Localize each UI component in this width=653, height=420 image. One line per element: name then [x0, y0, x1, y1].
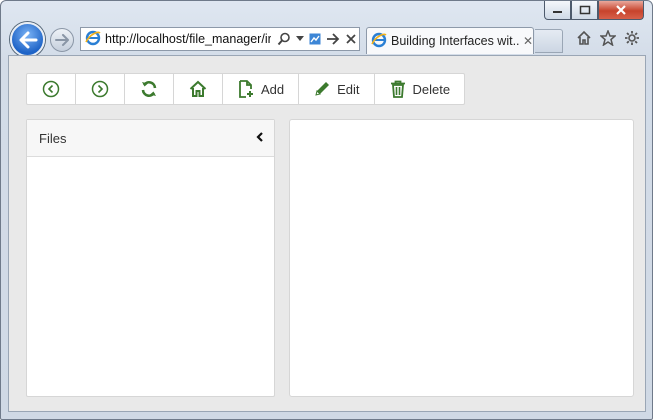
favorites-star-icon[interactable] [600, 30, 616, 46]
dropdown-arrow-icon[interactable] [296, 36, 304, 42]
refresh-icon [141, 81, 157, 97]
page-content: Add Edit Delete Files [8, 55, 646, 412]
close-window-button[interactable] [598, 1, 644, 20]
back-button[interactable] [10, 22, 45, 57]
tab-title: Building Interfaces wit... [391, 34, 519, 48]
delete-label: Delete [412, 81, 451, 97]
trash-icon [390, 80, 405, 98]
address-bar[interactable]: http://localhost/file_manager/ir [80, 27, 360, 51]
browser-right-tools [576, 30, 640, 46]
maximize-icon [579, 5, 590, 15]
maximize-button[interactable] [571, 1, 598, 20]
minimize-button[interactable] [544, 1, 571, 20]
stop-icon[interactable] [345, 33, 357, 45]
minimize-icon [552, 11, 562, 13]
forward-button[interactable] [50, 28, 74, 52]
browser-window: http://localhost/file_manager/ir Buildin… [0, 0, 653, 420]
go-arrow-icon[interactable] [326, 33, 340, 45]
collapse-chevron-icon[interactable] [256, 131, 264, 146]
browser-tab[interactable]: Building Interfaces wit... ✕ [366, 27, 534, 54]
search-icon[interactable] [277, 32, 291, 46]
add-button[interactable]: Add [223, 74, 300, 104]
compatibility-view-icon[interactable] [309, 33, 321, 45]
edit-label: Edit [337, 81, 360, 97]
ie-tab-icon [371, 32, 387, 51]
files-header: Files [27, 120, 274, 157]
new-tab-button[interactable] [535, 29, 563, 53]
circle-chevron-left-icon [42, 80, 60, 98]
back-nav-button[interactable] [27, 74, 76, 104]
home-icon [189, 80, 207, 97]
home-button[interactable] [174, 74, 223, 104]
tab-close-icon[interactable]: ✕ [523, 34, 533, 48]
home-icon[interactable] [576, 30, 592, 46]
file-toolbar: Add Edit Delete [26, 73, 466, 105]
files-title: Files [39, 130, 67, 146]
files-panel: Files [26, 119, 275, 397]
forward-nav-button[interactable] [76, 74, 125, 104]
add-file-icon [239, 80, 253, 98]
refresh-button[interactable] [125, 74, 174, 104]
pencil-icon [315, 82, 330, 96]
main-content-panel [289, 119, 634, 397]
window-caption-buttons [544, 1, 644, 20]
circle-chevron-right-icon [91, 80, 109, 98]
edit-button[interactable]: Edit [299, 74, 375, 104]
forward-arrow-icon [55, 34, 69, 46]
gear-icon[interactable] [624, 30, 640, 46]
address-tools [277, 32, 357, 46]
delete-button[interactable]: Delete [375, 74, 465, 104]
close-icon [616, 5, 626, 15]
back-arrow-icon [19, 31, 37, 48]
add-label: Add [261, 81, 285, 97]
ie-page-icon [85, 30, 101, 49]
address-url[interactable]: http://localhost/file_manager/ir [105, 32, 271, 46]
